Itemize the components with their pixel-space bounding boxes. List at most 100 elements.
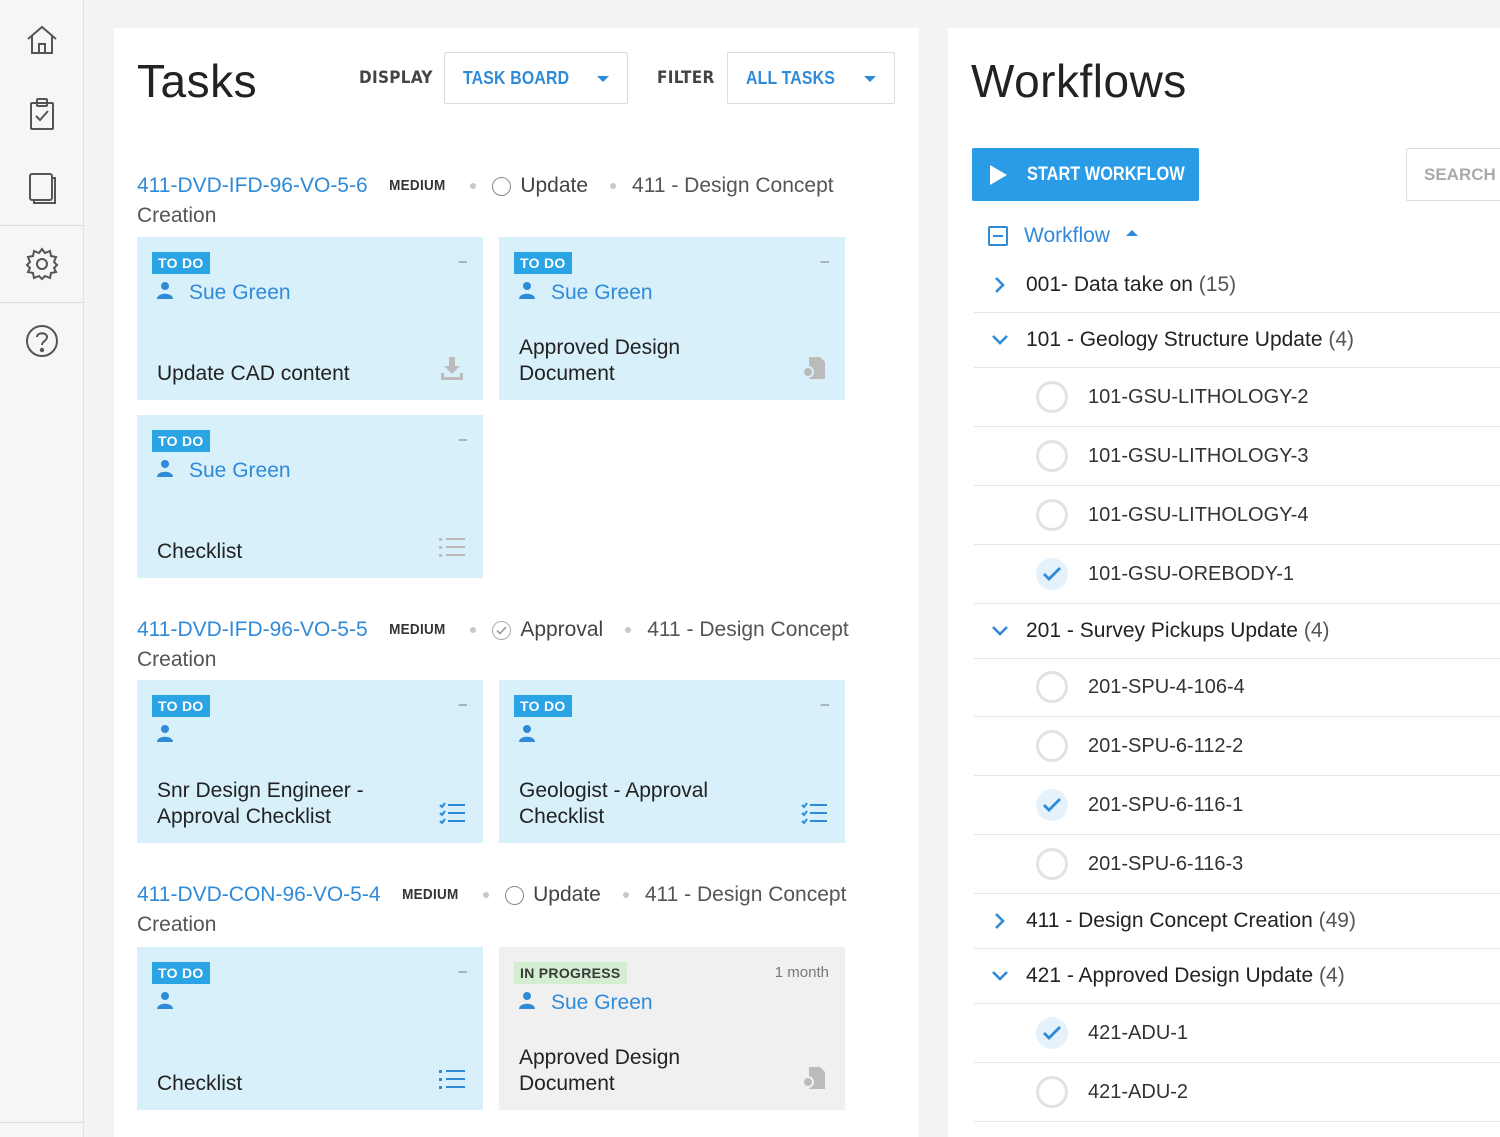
task-code-link[interactable]: 411-DVD-CON-96-VO-5-4: [137, 880, 381, 910]
workflow-item-name: 101-GSU-LITHOLOGY-2: [1088, 385, 1309, 408]
card-meta: 1 month: [774, 964, 829, 981]
assignee: Sue Green: [519, 279, 653, 307]
workflow-item-name: 101-GSU-LITHOLOGY-3: [1088, 444, 1309, 467]
workflow-item-row[interactable]: 421-ADU-1: [974, 1004, 1500, 1063]
workflow-item-row[interactable]: 201-SPU-4-106-4: [974, 658, 1500, 717]
chevron-right-icon[interactable]: [974, 276, 1026, 294]
workflow-group-count: (49): [1318, 909, 1356, 932]
check-icon: [1035, 1016, 1069, 1050]
workflow-item-row[interactable]: 421-ADU-2: [974, 1063, 1500, 1122]
pending-circle-icon: [1035, 847, 1069, 881]
chevron-right-icon[interactable]: [974, 912, 1026, 930]
workflow-group-row[interactable]: 001- Data take on (15): [974, 258, 1500, 313]
workflow-item-row[interactable]: 101-GSU-LITHOLOGY-3: [974, 427, 1500, 486]
clipboard-check-icon[interactable]: [0, 76, 84, 152]
list-icon: [439, 537, 465, 564]
priority-label: MEDIUM: [388, 177, 446, 194]
gear-icon[interactable]: [0, 226, 84, 302]
checklist-icon: [801, 802, 827, 829]
check-icon: [1035, 788, 1069, 822]
sidebar: [0, 0, 84, 1137]
workflow-name-cont: Creation: [137, 204, 217, 227]
workflow-name: 411 - Design Concept: [647, 618, 849, 641]
help-icon[interactable]: [0, 303, 84, 379]
workflow-name: 411 - Design Concept: [632, 174, 834, 197]
caret-down-icon: [597, 76, 609, 82]
task-card[interactable]: TO DO – Sue Green Checklist: [137, 415, 483, 578]
status-badge: IN PROGRESS: [514, 962, 627, 984]
chevron-down-icon[interactable]: [974, 334, 1026, 346]
card-meta: –: [820, 253, 829, 270]
separator-dot: [622, 892, 629, 898]
download-icon: [439, 355, 465, 386]
approval-check-icon: [492, 620, 512, 640]
search-input[interactable]: [1424, 164, 1500, 185]
sort-asc-icon: [1125, 230, 1138, 236]
assignee: Sue Green: [157, 279, 291, 307]
workflow-group-row[interactable]: 201 - Survey Pickups Update (4): [974, 604, 1500, 659]
tasks-panel: Tasks DISPLAY TASK BOARD FILTER ALL TASK…: [114, 28, 919, 1137]
workflows-title: Workflows: [971, 55, 1187, 107]
assignee: [157, 989, 189, 1017]
workflow-group-row[interactable]: 421 - Approved Design Update (4): [974, 949, 1500, 1004]
card-meta: –: [458, 253, 467, 270]
card-title: Geologist - Approval Checklist: [519, 779, 709, 828]
task-type: Update: [520, 174, 589, 197]
workflow-item-name: 421-ADU-2: [1088, 1080, 1189, 1103]
task-card[interactable]: IN PROGRESS 1 month Sue Green Approved D…: [499, 947, 845, 1110]
documents-icon[interactable]: [0, 150, 84, 226]
workflow-item-row[interactable]: 101-GSU-LITHOLOGY-4: [974, 486, 1500, 545]
workflow-group-count: (4): [1303, 619, 1330, 642]
page-title: Tasks: [137, 55, 258, 107]
user-icon: [157, 281, 173, 305]
pending-circle-icon: [1035, 498, 1069, 532]
chevron-down-icon[interactable]: [974, 625, 1026, 637]
workflows-panel: Workflows START WORKFLOW Workflow 001- D…: [948, 28, 1500, 1137]
task-code-link[interactable]: 411-DVD-IFD-96-VO-5-5: [137, 615, 368, 645]
user-icon: [157, 459, 173, 483]
update-circle-icon: [505, 885, 525, 905]
pending-circle-icon: [1035, 380, 1069, 414]
workflow-name: 411 - Design Concept: [644, 883, 847, 906]
priority-label: MEDIUM: [401, 886, 459, 903]
caret-down-icon: [864, 76, 876, 82]
task-card[interactable]: TO DO – Sue Green Approved Design Docume…: [499, 237, 845, 400]
workflow-item-row[interactable]: 201-SPU-6-116-1: [974, 776, 1500, 835]
play-icon: [990, 164, 1007, 185]
workflow-item-row[interactable]: 101-GSU-OREBODY-1: [974, 545, 1500, 604]
user-icon: [519, 724, 535, 748]
workflow-item-name: 201-SPU-4-106-4: [1088, 675, 1245, 698]
workflow-item-row[interactable]: 201-SPU-6-116-3: [974, 835, 1500, 894]
pending-circle-icon: [1035, 729, 1069, 763]
workflow-name-cont: Creation: [137, 913, 217, 936]
collapse-all-icon[interactable]: [988, 226, 1008, 246]
workflow-group-name: 101 - Geology Structure Update: [1026, 328, 1323, 351]
workflow-item-row[interactable]: 201-SPU-6-112-2: [974, 717, 1500, 776]
filter-label: FILTER: [657, 68, 715, 88]
assignee-name: Sue Green: [551, 281, 653, 304]
workflow-group-row[interactable]: 411 - Design Concept Creation (49): [974, 894, 1500, 949]
workflow-item-row[interactable]: 101-GSU-LITHOLOGY-2: [974, 368, 1500, 427]
task-code-link[interactable]: 411-DVD-IFD-96-VO-5-6: [137, 171, 368, 201]
start-workflow-label: START WORKFLOW: [1027, 163, 1185, 185]
chevron-down-icon[interactable]: [974, 970, 1026, 982]
task-card[interactable]: TO DO – Geologist - Approval Checklist: [499, 680, 845, 843]
filter-dropdown[interactable]: ALL TASKS: [727, 52, 895, 104]
task-card[interactable]: TO DO – Snr Design Engineer - Approval C…: [137, 680, 483, 843]
start-workflow-button[interactable]: START WORKFLOW: [972, 148, 1199, 201]
workflow-column-header[interactable]: Workflow: [988, 224, 1138, 248]
workflow-group-row[interactable]: 101 - Geology Structure Update (4): [974, 313, 1500, 368]
display-label: DISPLAY: [359, 68, 433, 88]
workflow-item-name: 201-SPU-6-116-1: [1088, 793, 1244, 816]
status-badge: TO DO: [514, 695, 572, 717]
check-icon: [1035, 557, 1069, 591]
search-box: [1406, 148, 1500, 201]
task-card[interactable]: TO DO – Sue Green Update CAD content: [137, 237, 483, 400]
home-icon[interactable]: [0, 2, 84, 78]
display-dropdown[interactable]: TASK BOARD: [444, 52, 628, 104]
card-title: Approved Design Document: [519, 1046, 681, 1095]
update-circle-icon: [492, 176, 512, 196]
task-card[interactable]: TO DO – Checklist: [137, 947, 483, 1110]
workflow-group-name: 411 - Design Concept Creation: [1026, 909, 1313, 932]
card-meta: –: [458, 696, 467, 713]
